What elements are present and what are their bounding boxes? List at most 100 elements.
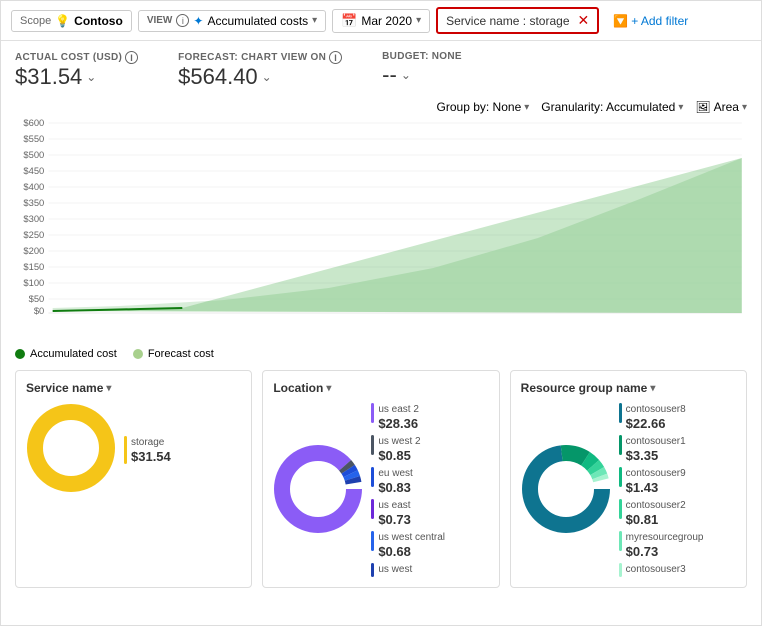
list-item: storage $31.54 xyxy=(124,436,241,464)
svg-text:$50: $50 xyxy=(29,294,45,304)
view-label: VIEW xyxy=(147,15,173,26)
list-item: contosouser3 xyxy=(619,563,736,577)
svg-text:$350: $350 xyxy=(23,198,44,208)
chevron-down-icon: ▾ xyxy=(312,15,317,26)
list-item: contosouser2 $0.81 xyxy=(619,499,736,527)
svg-text:$500: $500 xyxy=(23,150,44,160)
service-name-body: storage $31.54 xyxy=(26,403,241,496)
view-value: Accumulated costs xyxy=(207,14,308,28)
svg-text:$250: $250 xyxy=(23,230,44,240)
resource-group-card: Resource group name ▾ xyxy=(510,370,747,588)
chevron-down-icon-date: ▾ xyxy=(416,15,421,26)
resource-group-header[interactable]: Resource group name ▾ xyxy=(521,381,736,395)
granularity-control[interactable]: Granularity: Accumulated ▾ xyxy=(541,100,683,114)
chevron-down-forecast: ⌄ xyxy=(262,70,272,84)
list-item: eu west $0.83 xyxy=(371,467,488,495)
chevron-down-budget: ⌄ xyxy=(401,68,411,82)
list-item: contosouser1 $3.35 xyxy=(619,435,736,463)
info-icon-actual[interactable]: i xyxy=(125,51,138,64)
svg-text:$400: $400 xyxy=(23,182,44,192)
groupby-label: Group by: None xyxy=(437,100,522,114)
forecast-dot xyxy=(133,349,143,359)
svg-text:$200: $200 xyxy=(23,246,44,256)
toolbar: Scope 💡 Contoso VIEW i ✦ Accumulated cos… xyxy=(1,1,761,41)
forecast-kpi: FORECAST: CHART VIEW ON i $564.40 ⌄ xyxy=(178,51,342,90)
location-donut xyxy=(273,444,363,537)
view-type-label: Area xyxy=(714,100,739,114)
scope-value: Contoso xyxy=(74,14,123,28)
actual-cost-kpi: ACTUAL COST (USD) i $31.54 ⌄ xyxy=(15,51,138,90)
view-selector[interactable]: VIEW i ✦ Accumulated costs ▾ xyxy=(138,10,326,32)
add-filter-button[interactable]: 🔽 + Add filter xyxy=(605,11,696,31)
budget-kpi: BUDGET: NONE -- ⌄ xyxy=(382,51,462,88)
area-icon: 🖼 xyxy=(695,100,710,114)
area-chart: $600 $550 $500 $450 $400 $350 $300 $250 … xyxy=(15,118,747,338)
list-item: us east $0.73 xyxy=(371,499,488,527)
kpi-row: ACTUAL COST (USD) i $31.54 ⌄ FORECAST: C… xyxy=(15,51,747,90)
accumulated-legend-label: Accumulated cost xyxy=(30,348,117,360)
view-type-control[interactable]: 🖼 Area ▾ xyxy=(695,100,747,114)
list-item: us west xyxy=(371,563,488,577)
chevron-down-granularity: ▾ xyxy=(678,102,683,113)
granularity-label: Granularity: Accumulated xyxy=(541,100,675,114)
forecast-value: $564.40 ⌄ xyxy=(178,64,342,90)
main-content: ACTUAL COST (USD) i $31.54 ⌄ FORECAST: C… xyxy=(1,41,761,625)
filter-label: Service name : storage xyxy=(446,14,569,28)
budget-label: BUDGET: NONE xyxy=(382,51,462,62)
location-legend: us east 2 $28.36 us west 2 $0.85 xyxy=(371,403,488,577)
chevron-down-resource: ▾ xyxy=(650,383,655,394)
forecast-legend-label: Forecast cost xyxy=(148,348,214,360)
close-icon[interactable]: ✕ xyxy=(578,12,590,29)
actual-cost-value: $31.54 ⌄ xyxy=(15,64,138,90)
service-name-title: Service name xyxy=(26,381,103,395)
scope-selector[interactable]: Scope 💡 Contoso xyxy=(11,10,132,32)
date-selector[interactable]: 📅 Mar 2020 ▾ xyxy=(332,9,430,33)
info-icon-view: i xyxy=(176,14,189,27)
chevron-down-actual: ⌄ xyxy=(86,70,96,84)
chart-svg: $600 $550 $500 $450 $400 $350 $300 $250 … xyxy=(15,118,747,318)
chevron-down-service: ▾ xyxy=(106,383,111,394)
service-item-label: storage xyxy=(131,436,171,449)
location-card: Location ▾ xyxy=(262,370,499,588)
list-item: myresourcegroup $0.73 xyxy=(619,531,736,559)
list-item: us west 2 $0.85 xyxy=(371,435,488,463)
chart-controls: Group by: None ▾ Granularity: Accumulate… xyxy=(15,100,747,114)
service-name-header[interactable]: Service name ▾ xyxy=(26,381,241,395)
date-value: Mar 2020 xyxy=(361,14,412,28)
svg-text:$0: $0 xyxy=(34,306,44,316)
actual-cost-label: ACTUAL COST (USD) i xyxy=(15,51,138,64)
cards-row: Service name ▾ storage xyxy=(15,370,747,588)
forecast-label: FORECAST: CHART VIEW ON i xyxy=(178,51,342,64)
svg-text:$600: $600 xyxy=(23,118,44,128)
chart-legend: Accumulated cost Forecast cost xyxy=(15,344,747,370)
filter-tag[interactable]: Service name : storage ✕ xyxy=(436,7,599,34)
svg-text:$100: $100 xyxy=(23,278,44,288)
location-header[interactable]: Location ▾ xyxy=(273,381,488,395)
chevron-down-location: ▾ xyxy=(326,383,331,394)
list-item: contosouser8 $22.66 xyxy=(619,403,736,431)
budget-value: -- ⌄ xyxy=(382,62,462,88)
add-filter-label: + Add filter xyxy=(631,14,688,28)
resource-group-body: contosouser8 $22.66 contosouser1 $3.35 xyxy=(521,403,736,577)
chevron-down-groupby: ▾ xyxy=(524,102,529,113)
add-filter-icon: 🔽 xyxy=(613,14,628,28)
accumulated-area xyxy=(53,158,742,313)
info-icon-forecast[interactable]: i xyxy=(329,51,342,64)
svg-text:$450: $450 xyxy=(23,166,44,176)
list-item: us west central $0.68 xyxy=(371,531,488,559)
resource-group-legend: contosouser8 $22.66 contosouser1 $3.35 xyxy=(619,403,736,577)
scope-icon: 💡 xyxy=(55,14,70,28)
location-title: Location xyxy=(273,381,323,395)
accumulated-dot xyxy=(15,349,25,359)
app-container: Scope 💡 Contoso VIEW i ✦ Accumulated cos… xyxy=(0,0,762,626)
service-color-bar xyxy=(124,436,127,464)
chevron-down-view: ▾ xyxy=(742,102,747,113)
svg-text:$150: $150 xyxy=(23,262,44,272)
list-item: us east 2 $28.36 xyxy=(371,403,488,431)
service-name-card: Service name ▾ storage xyxy=(15,370,252,588)
resource-group-title: Resource group name xyxy=(521,381,648,395)
groupby-control[interactable]: Group by: None ▾ xyxy=(437,100,530,114)
svg-text:$300: $300 xyxy=(23,214,44,224)
service-legend: storage $31.54 xyxy=(124,436,241,464)
svg-text:$550: $550 xyxy=(23,134,44,144)
